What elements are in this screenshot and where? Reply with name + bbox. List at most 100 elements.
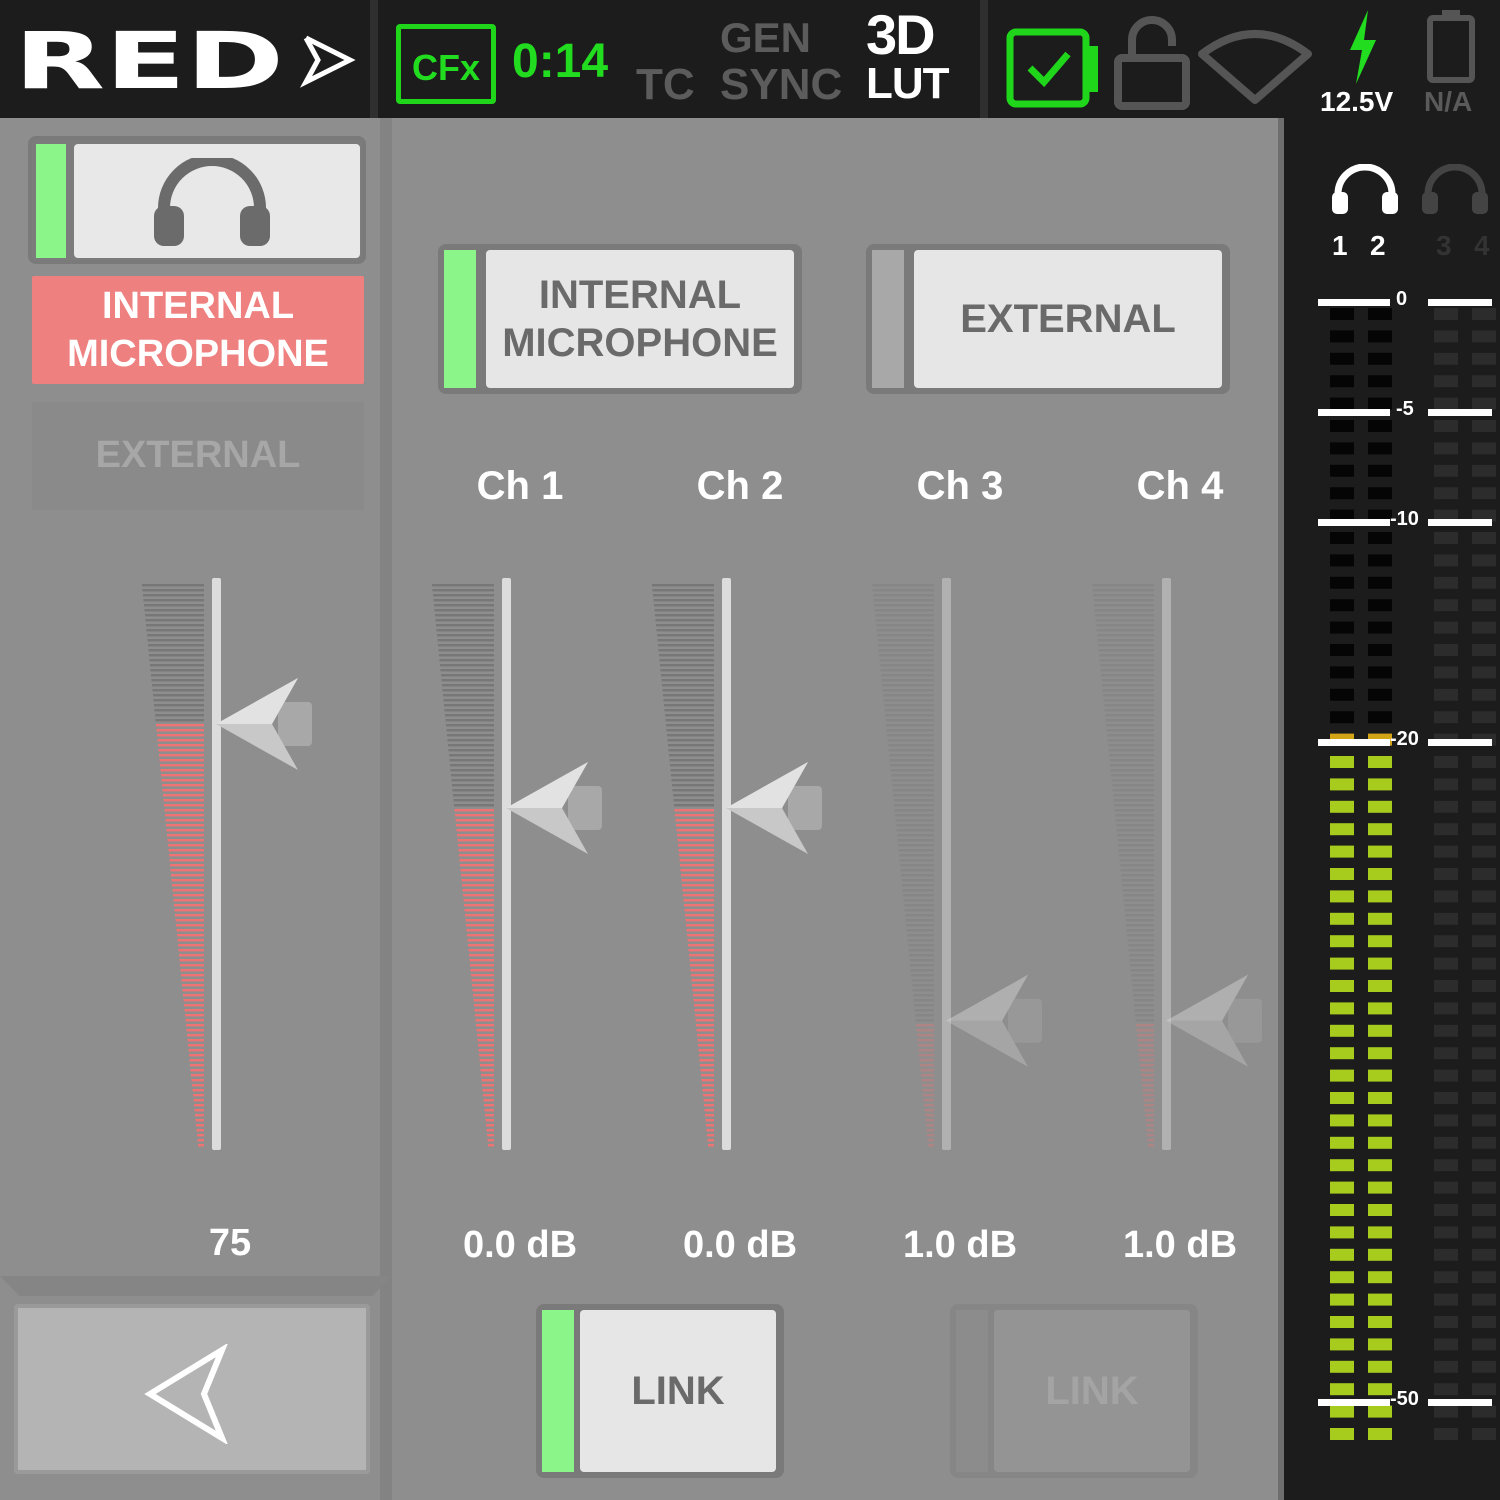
level-segment: [1368, 397, 1392, 410]
level-segment: [1434, 980, 1458, 992]
level-segment: [1472, 957, 1496, 970]
inactive-indicator: [956, 1310, 988, 1472]
level-segment: [1330, 1338, 1354, 1351]
level-segment: [1472, 1024, 1496, 1037]
level-segment: [1472, 442, 1496, 455]
level-segment: [1330, 711, 1354, 724]
level-segment: [1434, 330, 1458, 343]
level-segment: [1330, 644, 1354, 656]
headphone-monitor-button[interactable]: [28, 136, 366, 264]
channel-3-gain-fader[interactable]: [870, 578, 1060, 1158]
level-bars: [1318, 299, 1496, 1440]
active-indicator: [444, 250, 476, 388]
level-segment: [1368, 1338, 1392, 1351]
level-segment: [1368, 1136, 1392, 1149]
input-source-internal-mic[interactable]: INTERNAL MICROPHONE: [438, 244, 802, 394]
level-segment: [1368, 1360, 1392, 1373]
level-segment: [1434, 778, 1458, 791]
back-button[interactable]: [14, 1304, 370, 1474]
level-segment: [1330, 935, 1354, 948]
svg-text:RED: RED: [14, 17, 284, 106]
level-segment: [1434, 868, 1458, 880]
level-segment: [1368, 778, 1392, 791]
record-time: 0:14: [512, 35, 609, 88]
level-segment: [1330, 800, 1354, 813]
level-segment: [1434, 487, 1458, 500]
level-segment: [1472, 1293, 1496, 1306]
level-segment: [1330, 1428, 1354, 1440]
link-channels-1-2-button[interactable]: LINK: [536, 1304, 784, 1478]
media-label: CFx: [411, 47, 480, 88]
channel-4-label: Ch 4: [1136, 464, 1224, 508]
level-segment: [1368, 1383, 1392, 1396]
db-mark-minus-10: -10: [1390, 508, 1419, 530]
level-segment: [1368, 1204, 1392, 1216]
level-segment: [1330, 1383, 1354, 1396]
input-source-external-label: EXTERNAL: [960, 297, 1176, 341]
level-segment: [1330, 532, 1354, 544]
level-segment: [1472, 1047, 1496, 1060]
level-segment: [1434, 1024, 1458, 1037]
input-source-internal-label: INTERNAL MICROPHONE: [502, 273, 778, 365]
headphone-volume-value: 75: [208, 1222, 252, 1264]
level-segment: [1434, 1092, 1458, 1104]
level-segment: [1330, 308, 1354, 320]
level-segment: [1368, 980, 1392, 992]
level-segment: [1472, 1383, 1496, 1396]
level-segment: [1434, 599, 1458, 612]
channel-1-gain-value: 0.0 dB: [462, 1224, 578, 1266]
fader-handle[interactable]: [216, 678, 312, 770]
level-segment: [1368, 1181, 1392, 1194]
monitor-source-external[interactable]: EXTERNAL: [32, 402, 364, 510]
db-tick: [1428, 739, 1492, 746]
channel-4-gain-fader[interactable]: [1090, 578, 1280, 1158]
level-segment: [1472, 1405, 1496, 1418]
level-segment: [1434, 442, 1458, 455]
level-segment: [1472, 1248, 1496, 1261]
level-segment: [1434, 1405, 1458, 1418]
channel-3-gain-value: 1.0 dB: [902, 1224, 1018, 1266]
level-segment: [1368, 420, 1392, 432]
level-segment: [1434, 1316, 1458, 1328]
level-segment: [1368, 1002, 1392, 1015]
audio-level-meter: 1 2 3 4 0 -5 -10 -20 -50: [1278, 118, 1500, 1500]
level-segment: [1330, 464, 1354, 477]
fader-handle[interactable]: [506, 762, 602, 854]
monitor-source-internal-mic[interactable]: INTERNAL MICROPHONE: [32, 276, 364, 384]
level-segment: [1434, 1226, 1458, 1239]
link-channels-3-4-button[interactable]: LINK: [950, 1304, 1198, 1478]
fader-handle[interactable]: [726, 762, 822, 854]
level-segment: [1368, 666, 1392, 679]
fader-handle[interactable]: [946, 974, 1042, 1067]
level-segment: [1368, 1316, 1392, 1328]
level-segment: [1330, 1360, 1354, 1373]
level-segment: [1330, 823, 1354, 836]
headphones-icon: [154, 158, 270, 246]
level-segment: [1472, 420, 1496, 432]
level-segment: [1472, 1069, 1496, 1082]
level-segment: [1472, 1360, 1496, 1373]
fader-handle[interactable]: [1166, 974, 1262, 1067]
level-segment: [1330, 599, 1354, 612]
level-segment: [1368, 912, 1392, 925]
level-segment: [1330, 442, 1354, 455]
level-segment: [1434, 1136, 1458, 1149]
level-segment: [1330, 554, 1354, 567]
input-source-external[interactable]: EXTERNAL: [866, 244, 1230, 394]
level-segment: [1434, 464, 1458, 477]
wifi-icon: [1198, 30, 1312, 104]
level-segment: [1330, 352, 1354, 365]
level-segment: [1330, 778, 1354, 791]
level-segment: [1434, 1383, 1458, 1396]
headphone-volume-fader[interactable]: [140, 578, 330, 1158]
channel-1-gain-fader[interactable]: [430, 578, 620, 1158]
red-logo: RED: [14, 17, 356, 106]
level-segment: [1472, 912, 1496, 925]
level-segment: [1472, 576, 1496, 589]
db-tick: [1318, 299, 1390, 306]
level-segment: [1330, 756, 1354, 768]
level-segment: [1472, 644, 1496, 656]
channel-2-gain-fader[interactable]: [650, 578, 840, 1158]
level-segment: [1434, 845, 1458, 858]
level-segment: [1472, 1226, 1496, 1239]
